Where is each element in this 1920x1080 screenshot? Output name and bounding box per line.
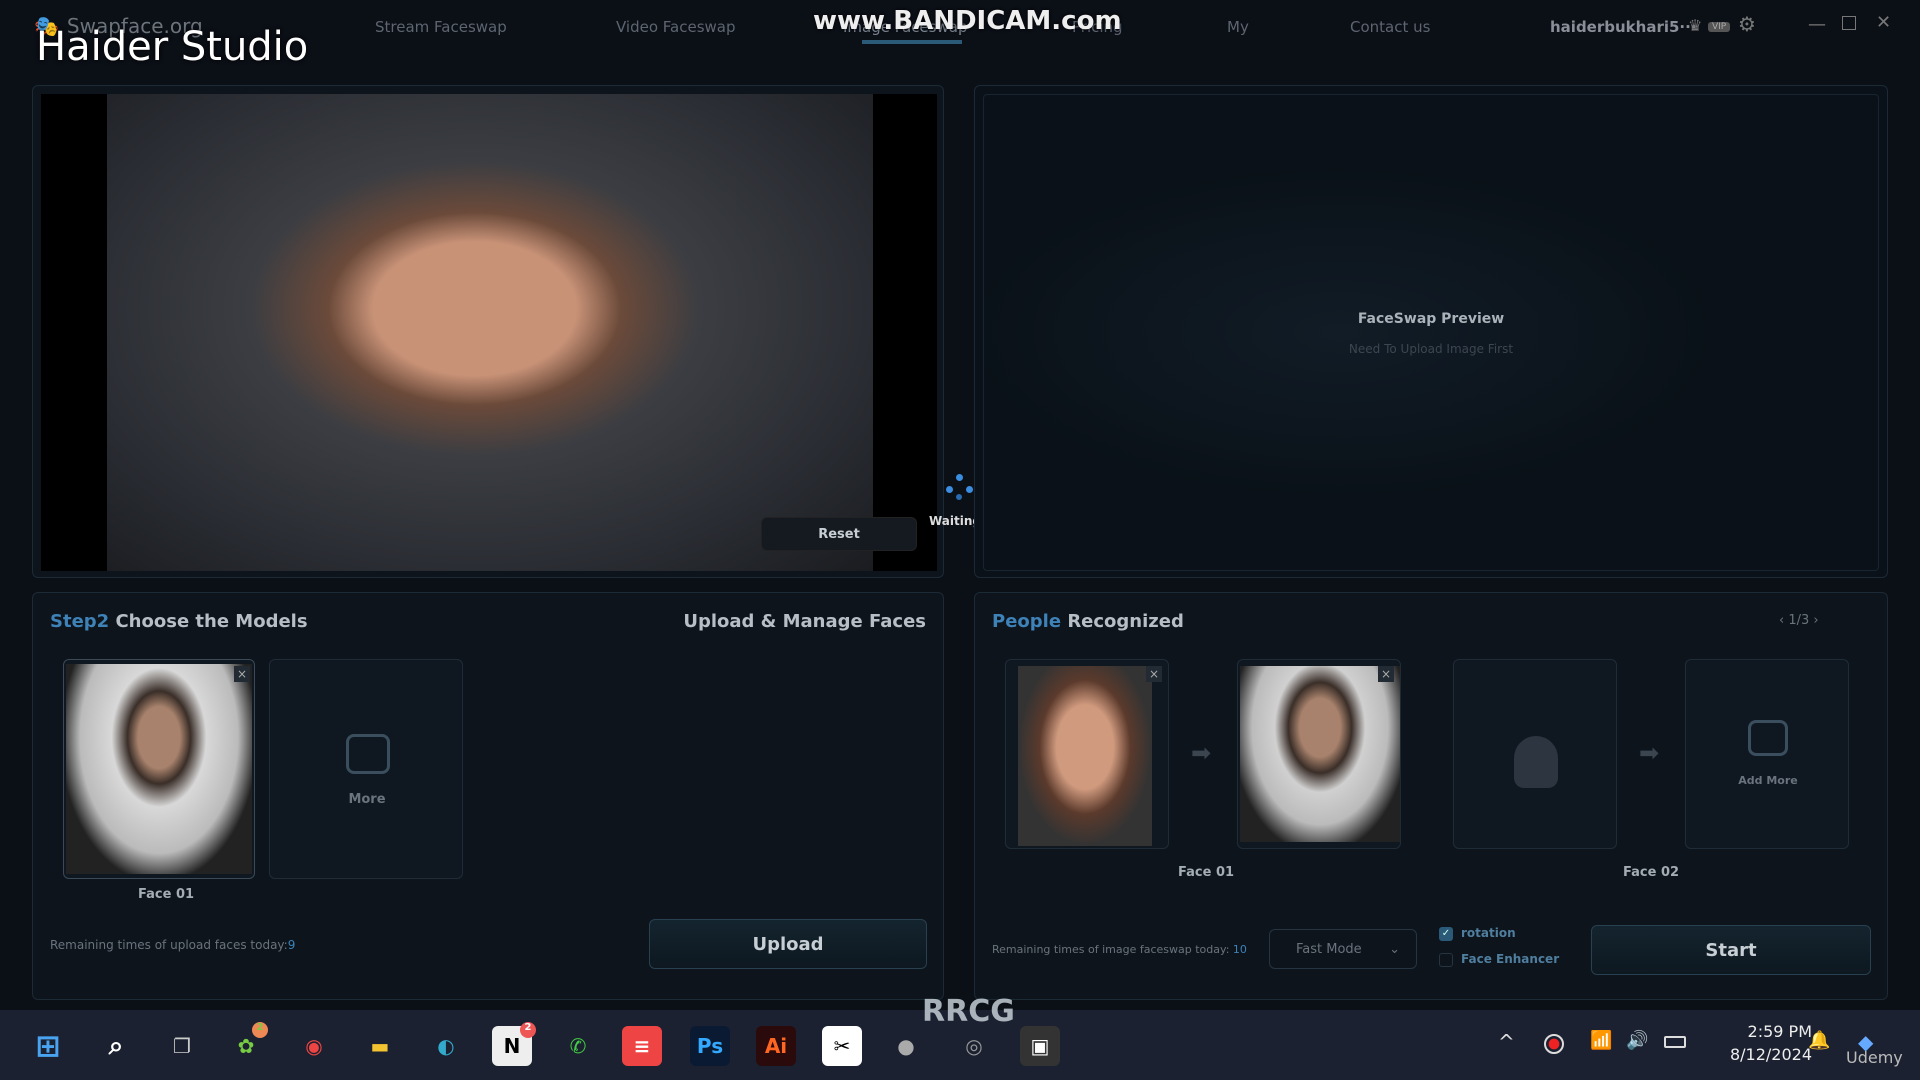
maximize-icon[interactable] — [1842, 16, 1856, 30]
nav-contact[interactable]: Contact us — [1350, 18, 1430, 36]
target-face-card[interactable]: × — [1237, 659, 1401, 849]
models-title: Step2 Choose the Models — [50, 611, 308, 632]
rrcg-watermark: RRCG — [922, 994, 1015, 1029]
nav-stream[interactable]: Stream Faceswap — [375, 18, 507, 36]
preview-title: FaceSwap Preview — [1357, 311, 1505, 327]
task-view-icon[interactable]: ❐ — [162, 1026, 202, 1066]
face-label: Face 01 — [138, 887, 195, 902]
more-button[interactable]: More — [269, 659, 463, 879]
loading-spinner-icon — [944, 474, 976, 504]
face-enhancer-checkbox[interactable] — [1439, 953, 1453, 967]
bandicam-watermark: www.BANDICAM.com — [813, 6, 1122, 36]
clock-time[interactable]: 2:59 PM — [1712, 1022, 1812, 1041]
face-thumbnail — [66, 664, 252, 874]
studio-overlay: Haider Studio — [36, 24, 309, 70]
vip-badge: VIP — [1708, 22, 1731, 32]
nav-video[interactable]: Video Faceswap — [616, 18, 736, 36]
clock-date[interactable]: 8/12/2024 — [1712, 1045, 1812, 1064]
udemy-watermark: Udemy — [1846, 1048, 1903, 1067]
capcut-icon[interactable]: ✂ — [822, 1026, 862, 1066]
uploaded-photo — [107, 94, 873, 571]
active-nav-indicator — [862, 40, 962, 44]
source-image-panel: Reset — [32, 85, 944, 578]
windows-start-icon[interactable]: ⊞ — [28, 1026, 68, 1066]
chevron-down-icon: ⌄ — [1389, 941, 1400, 957]
nav-my[interactable]: My — [1227, 18, 1249, 36]
arrow-right-icon: ➡ — [1191, 739, 1212, 767]
people-panel: People Recognized ‹ 1/3 › × ➡ × Face 01 … — [974, 592, 1888, 1000]
close-icon[interactable]: ✕ — [1876, 12, 1891, 33]
swapface-taskbar-icon[interactable]: ▣ — [1020, 1026, 1060, 1066]
record-icon[interactable] — [1544, 1034, 1564, 1054]
crown-icon: ♛ — [1688, 16, 1703, 35]
pager[interactable]: ‹ 1/3 › — [1779, 613, 1819, 628]
face-scan-icon — [1748, 720, 1788, 756]
face-enhancer-label: Face Enhancer — [1461, 952, 1560, 966]
app-icon[interactable]: ◎ — [954, 1026, 994, 1066]
wifi-icon[interactable]: 📶 — [1590, 1030, 1612, 1051]
people-title: People Recognized — [992, 611, 1184, 632]
person-placeholder-icon — [1514, 736, 1558, 788]
reset-button[interactable]: Reset — [761, 517, 917, 551]
recognized-face-thumbnail — [1018, 666, 1152, 846]
mode-select[interactable]: Fast Mode ⌄ — [1269, 929, 1417, 969]
face-scan-icon — [346, 734, 390, 774]
faceswap-preview-panel: FaceSwap Preview Need To Upload Image Fi… — [974, 85, 1888, 578]
rotation-checkbox[interactable]: ✓ — [1439, 927, 1453, 941]
chrome-icon[interactable]: ◉ — [294, 1026, 334, 1066]
swap-remaining: Remaining times of image faceswap today:… — [992, 943, 1247, 956]
pair-label: Face 02 — [1623, 865, 1680, 880]
rotation-label: rotation — [1461, 926, 1516, 940]
recognized-face-card[interactable]: × — [1005, 659, 1169, 849]
notion-icon[interactable]: N2 — [492, 1022, 536, 1066]
preview-subtitle: Need To Upload Image First — [1348, 342, 1514, 356]
target-face-thumbnail — [1240, 666, 1400, 842]
whatsapp-icon[interactable]: ✆ — [558, 1026, 598, 1066]
battery-icon[interactable] — [1664, 1036, 1686, 1048]
upload-button[interactable]: Upload — [649, 919, 927, 969]
add-more-button[interactable]: Add More — [1685, 659, 1849, 849]
remove-face-icon[interactable]: × — [234, 666, 250, 682]
pair-label: Face 01 — [1178, 865, 1235, 880]
notification-icon[interactable]: 🔔 — [1808, 1030, 1830, 1051]
file-explorer-icon[interactable]: ▬ — [360, 1026, 400, 1066]
app-icon[interactable]: ✿ 2 — [226, 1022, 268, 1066]
start-button[interactable]: Start — [1591, 925, 1871, 975]
chevron-up-icon[interactable]: ^ — [1498, 1030, 1515, 1054]
face-card[interactable]: × — [63, 659, 255, 879]
photoshop-icon[interactable]: Ps — [690, 1026, 730, 1066]
search-icon[interactable]: ⌕ — [96, 1026, 136, 1066]
upload-remaining: Remaining times of upload faces today:9 — [50, 938, 296, 952]
remove-face-icon[interactable]: × — [1378, 666, 1394, 682]
models-panel: Step2 Choose the Models Upload & Manage … — [32, 592, 944, 1000]
remove-face-icon[interactable]: × — [1146, 666, 1162, 682]
todoist-icon[interactable]: ≡ — [622, 1026, 662, 1066]
arrow-right-icon: ➡ — [1639, 739, 1660, 767]
bandicam-icon[interactable]: ● — [886, 1026, 926, 1066]
volume-icon[interactable]: 🔊 — [1626, 1030, 1648, 1051]
edge-icon[interactable]: ◐ — [426, 1026, 466, 1066]
gear-icon[interactable]: ⚙ — [1738, 12, 1756, 36]
minimize-icon[interactable]: — — [1808, 14, 1826, 35]
empty-face-card[interactable] — [1453, 659, 1617, 849]
username[interactable]: haiderbukhari5··· — [1550, 18, 1697, 36]
manage-faces-link[interactable]: Upload & Manage Faces — [683, 611, 926, 632]
illustrator-icon[interactable]: Ai — [756, 1026, 796, 1066]
